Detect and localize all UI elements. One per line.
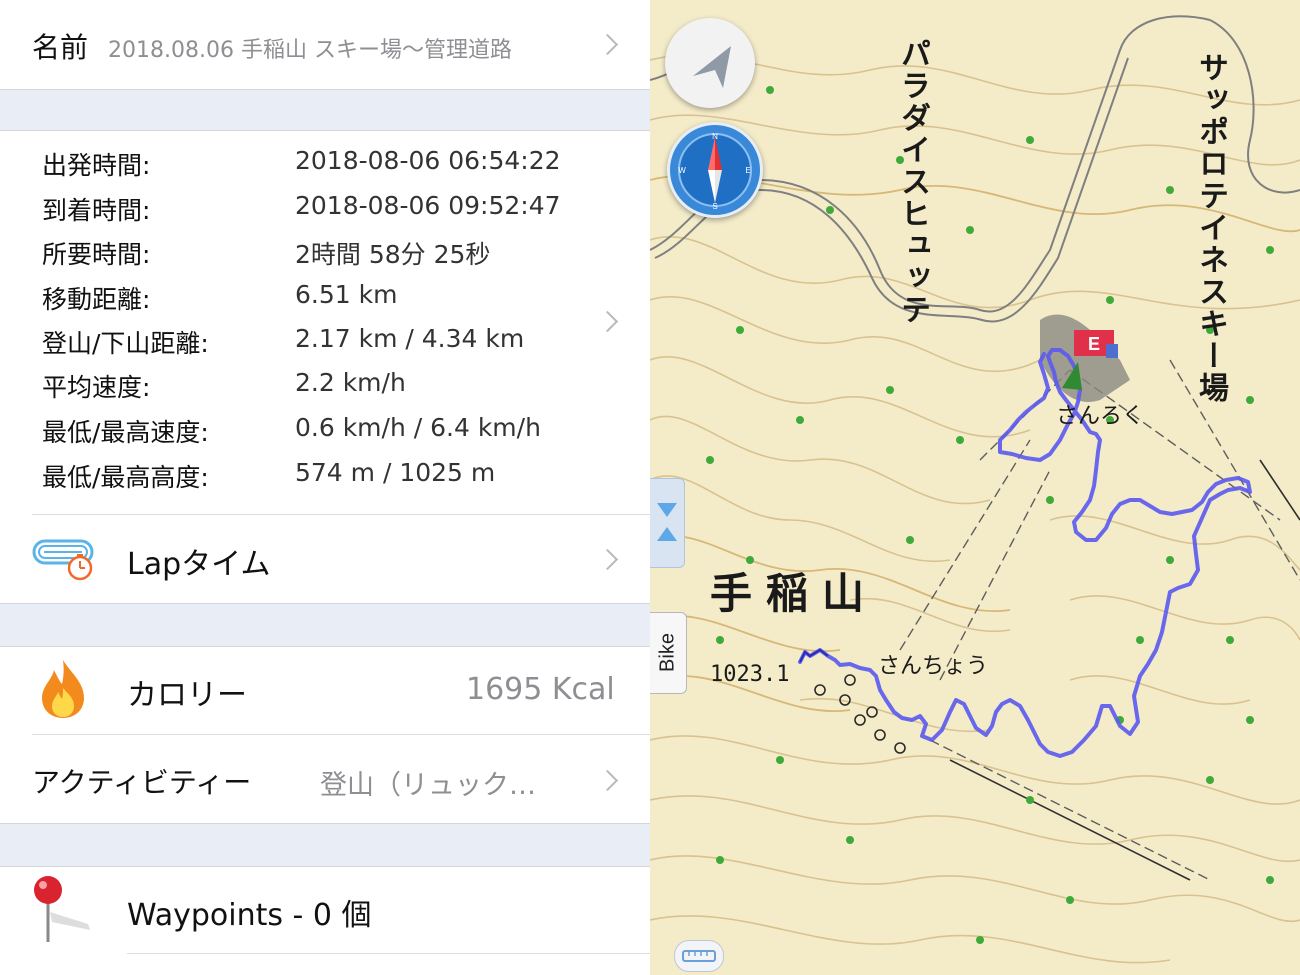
stat-row-min-max-altitude: 最低/最高高度: 574 m / 1025 m xyxy=(0,454,650,498)
map-label-mt-teine: 手稲山 xyxy=(710,569,879,618)
compass-w: W xyxy=(678,166,686,175)
stats-section[interactable]: 出発時間: 2018-08-06 06:54:22 到着時間: 2018-08-… xyxy=(0,130,650,514)
compass-s: S xyxy=(712,202,717,211)
stat-row-avg-speed: 平均速度: 2.2 km/h xyxy=(0,364,650,408)
calorie-label: カロリー xyxy=(127,678,247,713)
chevron-right-icon xyxy=(596,33,619,56)
track-name-row[interactable]: 名前 2018.08.06 手稲山 スキー場〜管理道路 xyxy=(0,0,650,90)
end-flag-letter: E xyxy=(1088,334,1100,354)
section-separator xyxy=(0,89,650,131)
stat-value: 2.17 km / 4.34 km xyxy=(295,324,525,353)
location-arrow-icon xyxy=(693,46,731,88)
section-separator xyxy=(0,603,650,647)
stat-label: 出発時間: xyxy=(42,151,151,180)
map-label-paradise-hut: パラダイスヒュッテ xyxy=(895,38,930,326)
stat-value: 574 m / 1025 m xyxy=(295,458,496,487)
activity-value: 登山（リュック… xyxy=(320,770,536,801)
locate-button[interactable] xyxy=(665,18,755,108)
stat-row-arrival: 到着時間: 2018-08-06 09:52:47 xyxy=(0,187,650,231)
bike-tab-label: Bike xyxy=(656,633,679,672)
compass-button[interactable]: N E S W xyxy=(667,122,763,218)
section-separator xyxy=(0,823,650,867)
stat-row-up-down-distance: 登山/下山距離: 2.17 km / 4.34 km xyxy=(0,320,650,364)
compass-e: E xyxy=(745,166,750,175)
chevron-right-icon xyxy=(596,548,619,571)
divider xyxy=(127,953,650,954)
activity-label: アクティビティー xyxy=(32,766,252,799)
panel-toggle-handle[interactable] xyxy=(650,478,685,568)
stat-row-duration: 所要時間: 2時間 58分 25秒 xyxy=(0,231,650,275)
compass-n: N xyxy=(712,132,718,141)
stat-label: 移動距離: xyxy=(42,285,151,314)
stat-label: 最低/最高高度: xyxy=(42,463,209,492)
stat-value: 0.6 km/h / 6.4 km/h xyxy=(295,413,541,442)
waypoints-row[interactable]: Waypoints - 0 個 xyxy=(0,866,650,954)
pin-icon xyxy=(34,876,90,942)
stat-label: 到着時間: xyxy=(42,196,151,225)
track-name-value: 2018.08.06 手稲山 スキー場〜管理道路 xyxy=(108,38,512,63)
compass-icon: N E S W xyxy=(678,132,752,211)
track-detail-panel: 名前 2018.08.06 手稲山 スキー場〜管理道路 出発時間: 2018-0… xyxy=(0,0,650,975)
stat-value: 2時間 58分 25秒 xyxy=(295,240,491,269)
calorie-value: 1695 Kcal xyxy=(466,672,615,707)
stat-value: 2018-08-06 09:52:47 xyxy=(295,191,561,220)
stat-row-departure: 出発時間: 2018-08-06 06:54:22 xyxy=(0,142,650,186)
stat-label: 最低/最高速度: xyxy=(42,418,209,447)
map-label-sancho: さんちょう xyxy=(878,654,989,679)
lap-stopwatch-icon xyxy=(32,539,94,581)
stat-label: 所要時間: xyxy=(42,240,151,269)
stat-value: 6.51 km xyxy=(295,280,398,309)
stat-label: 登山/下山距離: xyxy=(42,329,209,358)
bike-tab[interactable]: Bike xyxy=(650,612,687,694)
stat-value: 2.2 km/h xyxy=(295,368,406,397)
map-view[interactable]: E パラダイスヒュッテ サッポロテイネスキー場 さんろく 手稲山 さんちょう 1… xyxy=(650,0,1300,975)
ruler-icon xyxy=(682,950,716,962)
toggle-arrows-icon xyxy=(657,503,677,541)
waypoints-label: Waypoints - 0 個 xyxy=(127,898,372,933)
stat-label: 平均速度: xyxy=(42,373,151,402)
map-label-elevation: 1023.1 xyxy=(710,662,790,687)
stat-row-min-max-speed: 最低/最高速度: 0.6 km/h / 6.4 km/h xyxy=(0,409,650,453)
activity-row[interactable]: アクティビティー 登山（リュック… xyxy=(0,735,650,823)
flame-icon xyxy=(42,660,84,718)
ruler-button[interactable] xyxy=(674,940,724,972)
end-flag-tail xyxy=(1106,344,1118,358)
lap-time-label: Lapタイム xyxy=(127,547,271,582)
lap-time-row[interactable]: Lapタイム xyxy=(0,515,650,603)
map-label-sapporo-teine: サッポロテイネスキー場 xyxy=(1193,52,1228,404)
map-label-sanroku: さんろく xyxy=(1056,404,1145,429)
stat-value: 2018-08-06 06:54:22 xyxy=(295,146,561,175)
chevron-right-icon xyxy=(596,769,619,792)
stat-row-distance: 移動距離: 6.51 km xyxy=(0,276,650,320)
calorie-row: カロリー 1695 Kcal xyxy=(0,646,650,734)
track-name-label: 名前 xyxy=(32,31,89,64)
